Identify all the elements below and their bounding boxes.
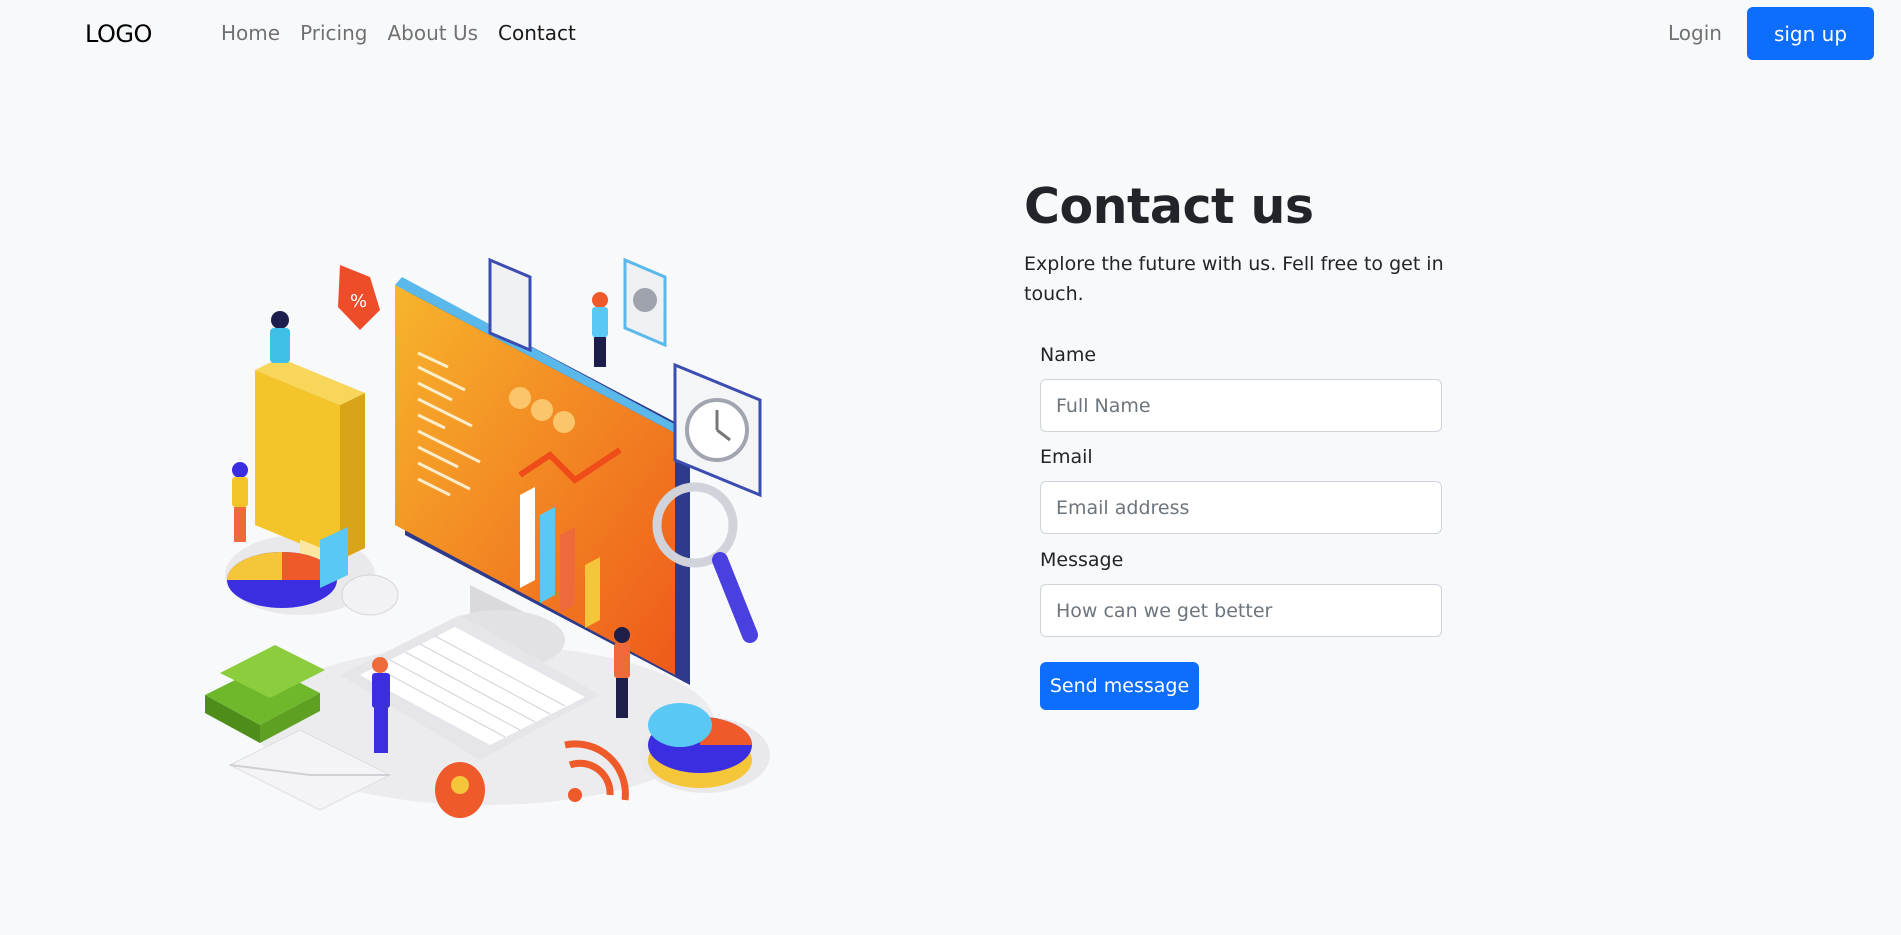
name-input[interactable]	[1040, 379, 1442, 432]
email-input[interactable]	[1040, 481, 1442, 534]
nav-links: Home Pricing About Us Contact	[221, 21, 596, 45]
page-title: Contact us	[1024, 178, 1314, 235]
page-subtitle: Explore the future with us. Fell free to…	[1024, 253, 1444, 305]
login-link[interactable]: Login	[1668, 21, 1722, 45]
logo[interactable]: LOGO	[85, 20, 152, 48]
navbar: LOGO Home Pricing About Us Contact Login…	[0, 0, 1901, 68]
send-message-button[interactable]: Send message	[1040, 662, 1199, 710]
svg-text:%: %	[350, 291, 367, 312]
nav-link-home[interactable]: Home	[221, 21, 280, 45]
message-label: Message	[1040, 549, 1124, 571]
nav-link-about-us[interactable]: About Us	[387, 21, 478, 45]
nav-link-contact[interactable]: Contact	[498, 21, 576, 45]
signup-button[interactable]: sign up	[1747, 7, 1874, 60]
name-label: Name	[1040, 344, 1097, 366]
email-label: Email	[1040, 446, 1093, 468]
nav-link-pricing[interactable]: Pricing	[300, 21, 367, 45]
hero-illustration: %	[190, 255, 770, 840]
message-input[interactable]	[1040, 584, 1442, 637]
